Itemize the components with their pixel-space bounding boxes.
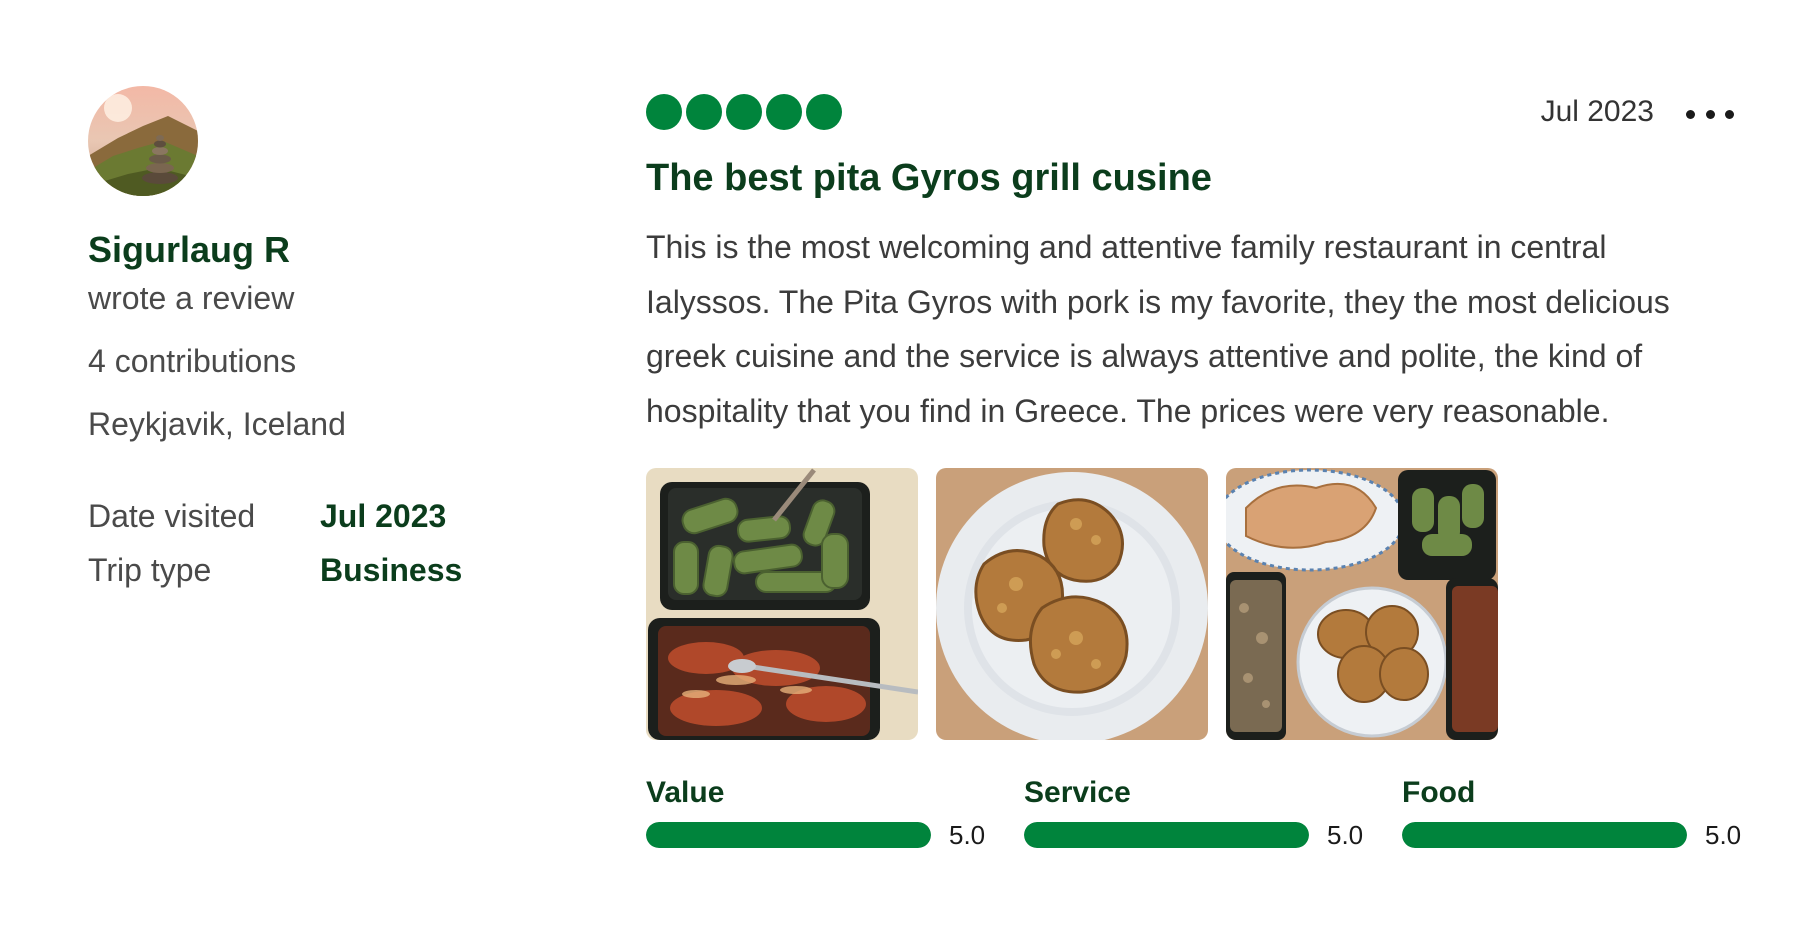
subrating-fill — [646, 822, 931, 848]
subrating-score: 5.0 — [1705, 820, 1742, 850]
subrating-label: Value — [646, 776, 725, 809]
review-panel: Jul 2023 The best pita Gyros grill cusin… — [646, 94, 1746, 850]
subrating-score: 5.0 — [1327, 820, 1364, 850]
subrating-bar — [1024, 822, 1309, 848]
review-date: Jul 2023 — [1540, 95, 1654, 128]
trip-type-value: Business — [320, 552, 463, 588]
subrating-bar-row: 5.0 — [1402, 820, 1744, 850]
subrating-fill — [1402, 822, 1687, 848]
subrating-bar — [1402, 822, 1687, 848]
more-dot — [1725, 109, 1734, 119]
date-visited-value: Jul 2023 — [320, 498, 447, 534]
avatar[interactable] — [88, 86, 198, 196]
reviewer-panel: Sigurlaug R wrote a review 4 contributio… — [88, 86, 508, 590]
subratings: Value 5.0 Service 5.0 Food 5.0 — [646, 776, 1746, 850]
photo-image — [1226, 468, 1498, 740]
trip-type-label: Trip type — [88, 552, 212, 588]
review-photo-table-spread[interactable] — [1226, 468, 1498, 740]
more-options-icon[interactable] — [1686, 100, 1734, 128]
photo-image — [936, 468, 1208, 740]
rating-bubble — [726, 94, 762, 130]
subrating-label: Food — [1402, 776, 1476, 809]
review-body: This is the most welcoming and attentive… — [646, 229, 1670, 429]
subrating-food: Food 5.0 — [1402, 776, 1744, 850]
subrating-bar-row: 5.0 — [646, 820, 988, 850]
review-photo-dolmades[interactable] — [646, 468, 918, 740]
date-visited-label: Date visited — [88, 498, 256, 534]
review-photos — [646, 468, 1746, 740]
photo-image — [646, 468, 918, 740]
more-dot — [1705, 109, 1715, 119]
rating-bubble — [686, 94, 722, 130]
rating-bubble — [646, 94, 682, 130]
visit-details: Date visited Jul 2023 Trip type Business — [88, 496, 508, 590]
subrating-bar-row: 5.0 — [1024, 820, 1366, 850]
subrating-value: Value 5.0 — [646, 776, 988, 850]
subrating-label: Service — [1024, 776, 1131, 809]
avatar-image — [88, 86, 198, 196]
rating-bubble — [806, 94, 842, 130]
more-dot — [1686, 109, 1695, 119]
rating-bubble — [766, 94, 802, 130]
review-title[interactable]: The best pita Gyros grill cusine — [646, 156, 1746, 200]
review-photo-fritters[interactable] — [936, 468, 1208, 740]
subrating-bar — [646, 822, 931, 848]
reviewer-contributions: 4 contributions — [88, 343, 297, 379]
subrating-score: 5.0 — [949, 820, 986, 850]
reviewer-name[interactable]: Sigurlaug R — [88, 228, 508, 272]
subrating-service: Service 5.0 — [1024, 776, 1366, 850]
review-card: Sigurlaug R wrote a review 4 contributio… — [0, 0, 1805, 926]
rating-row: Jul 2023 — [646, 94, 1746, 134]
subrating-fill — [1024, 822, 1309, 848]
reviewer-action: wrote a review — [88, 280, 295, 316]
reviewer-location: Reykjavik, Iceland — [88, 406, 346, 442]
